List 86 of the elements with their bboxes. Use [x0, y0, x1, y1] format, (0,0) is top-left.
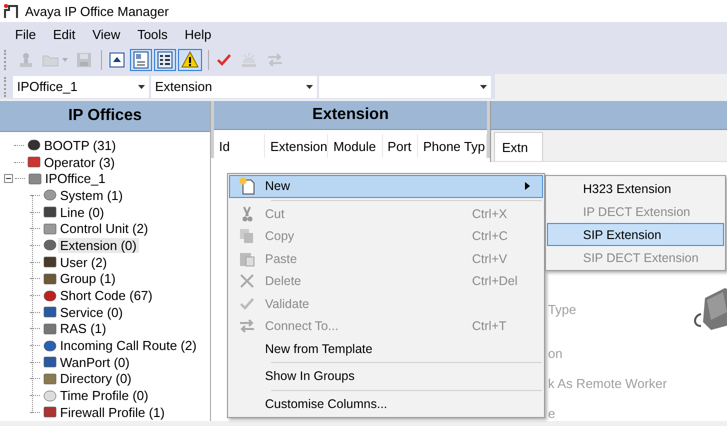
panel-header: Extension	[214, 101, 487, 130]
dropdown-arrow-icon	[480, 84, 487, 88]
eject-icon	[109, 52, 125, 68]
tree-item[interactable]: Control Unit (2)	[58, 221, 150, 236]
menu-item[interactable]: Show In Groups	[229, 365, 543, 388]
checkmark-icon	[239, 296, 255, 311]
menu-item[interactable]: File	[8, 26, 46, 42]
tree-item[interactable]: WanPort (0)	[58, 354, 132, 370]
tree-node-icon	[26, 155, 42, 170]
swap-arrows-icon	[266, 52, 284, 68]
copy-icon	[239, 228, 255, 244]
tree-item[interactable]: System (1)	[58, 188, 125, 203]
menu-item[interactable]: Edit	[46, 26, 86, 42]
field-label: Type	[548, 302, 576, 317]
tree-item[interactable]: Time Profile (0)	[58, 388, 150, 404]
tree-item[interactable]: Extension (0)	[58, 238, 139, 253]
clipboard-icon	[239, 250, 255, 267]
tree-item[interactable]: Short Code (67)	[58, 288, 154, 304]
dropdown-arrow-icon	[62, 58, 68, 62]
tree-node-icon	[42, 205, 58, 220]
tree-node-icon	[42, 188, 58, 202]
column-header[interactable]: Module	[328, 134, 383, 158]
column-header[interactable]: Extension	[265, 134, 328, 158]
tree-item[interactable]: User (2)	[58, 254, 109, 270]
tree-item[interactable]: Firewall Profile (1)	[58, 404, 167, 420]
toolbar-button[interactable]	[154, 49, 176, 71]
save-icon	[76, 52, 92, 68]
tree-item[interactable]: Group (1)	[58, 271, 118, 286]
tree-item[interactable]: Operator (3)	[42, 154, 117, 170]
tree-item[interactable]: IPOffice_1	[43, 171, 108, 186]
dropdown-arrow-icon	[138, 84, 145, 88]
tree-node-icon	[42, 288, 58, 303]
menu-item[interactable]: Help	[178, 26, 222, 42]
menu-item[interactable]: New	[229, 175, 543, 198]
tree-item[interactable]: RAS (1)	[58, 321, 108, 336]
menu-item[interactable]: H323 Extension	[547, 177, 724, 200]
collapse-icon[interactable]	[4, 174, 13, 184]
tree-node-icon	[42, 388, 58, 403]
dropdown-field[interactable]	[319, 76, 491, 98]
tree-item[interactable]: BOOTP (31)	[42, 138, 118, 153]
app-logo-icon	[3, 3, 19, 19]
dropdown-arrow-icon	[306, 84, 313, 88]
tree-node-icon	[42, 355, 58, 370]
tree-node-icon	[42, 222, 58, 236]
list-icon	[157, 51, 173, 69]
tree-node-icon	[42, 238, 58, 252]
tree-node-icon	[42, 372, 58, 386]
column-header[interactable]: Id	[214, 134, 266, 158]
menu-item[interactable]: Tools	[130, 26, 178, 42]
dropdown-field[interactable]: Extension	[151, 76, 317, 98]
panel-header: IP Offices	[0, 101, 210, 132]
tree-item[interactable]: Service (0)	[58, 304, 125, 320]
tree-item[interactable]: Line (0)	[58, 204, 106, 220]
tree-node-icon	[42, 322, 58, 336]
window-title: Avaya IP Office Manager	[25, 4, 169, 18]
dropdown-field[interactable]: IPOffice_1	[13, 76, 149, 98]
column-header[interactable]: Port	[382, 134, 418, 158]
menu-item[interactable]: SIP Extension	[547, 223, 724, 246]
field-label: on	[548, 346, 562, 361]
tab[interactable]: Extn	[494, 132, 544, 161]
tree-node-icon	[42, 405, 58, 420]
field-label: k As Remote Worker	[548, 376, 667, 391]
column-header[interactable]: Phone Typ	[418, 134, 487, 158]
field-label: e	[548, 406, 556, 421]
close-icon	[239, 273, 255, 290]
menu-item[interactable]: View	[85, 26, 130, 42]
toolbar-button[interactable]	[178, 49, 202, 71]
tree-item[interactable]: Directory (0)	[58, 371, 134, 386]
new-document-icon	[238, 177, 256, 196]
tree-node-icon	[42, 305, 58, 320]
menu-item[interactable]: Customise Columns...	[229, 392, 543, 415]
tree-node-icon	[42, 255, 58, 270]
tree-item[interactable]: Incoming Call Route (2)	[58, 338, 199, 354]
menu-item[interactable]: New from Template	[229, 338, 543, 360]
scissors-icon	[240, 206, 254, 222]
tree-node-icon	[42, 272, 58, 286]
tree-node-icon	[42, 338, 58, 353]
tree-node-icon	[26, 138, 42, 152]
checkmark-icon	[216, 52, 232, 68]
stamp-icon	[18, 52, 34, 68]
navigator-icon	[133, 51, 149, 69]
warning-icon	[181, 51, 199, 69]
swap-arrows-icon	[238, 318, 256, 334]
tree-node-icon	[27, 172, 43, 186]
sun-icon	[240, 52, 258, 68]
toolbar-button[interactable]	[130, 49, 152, 71]
